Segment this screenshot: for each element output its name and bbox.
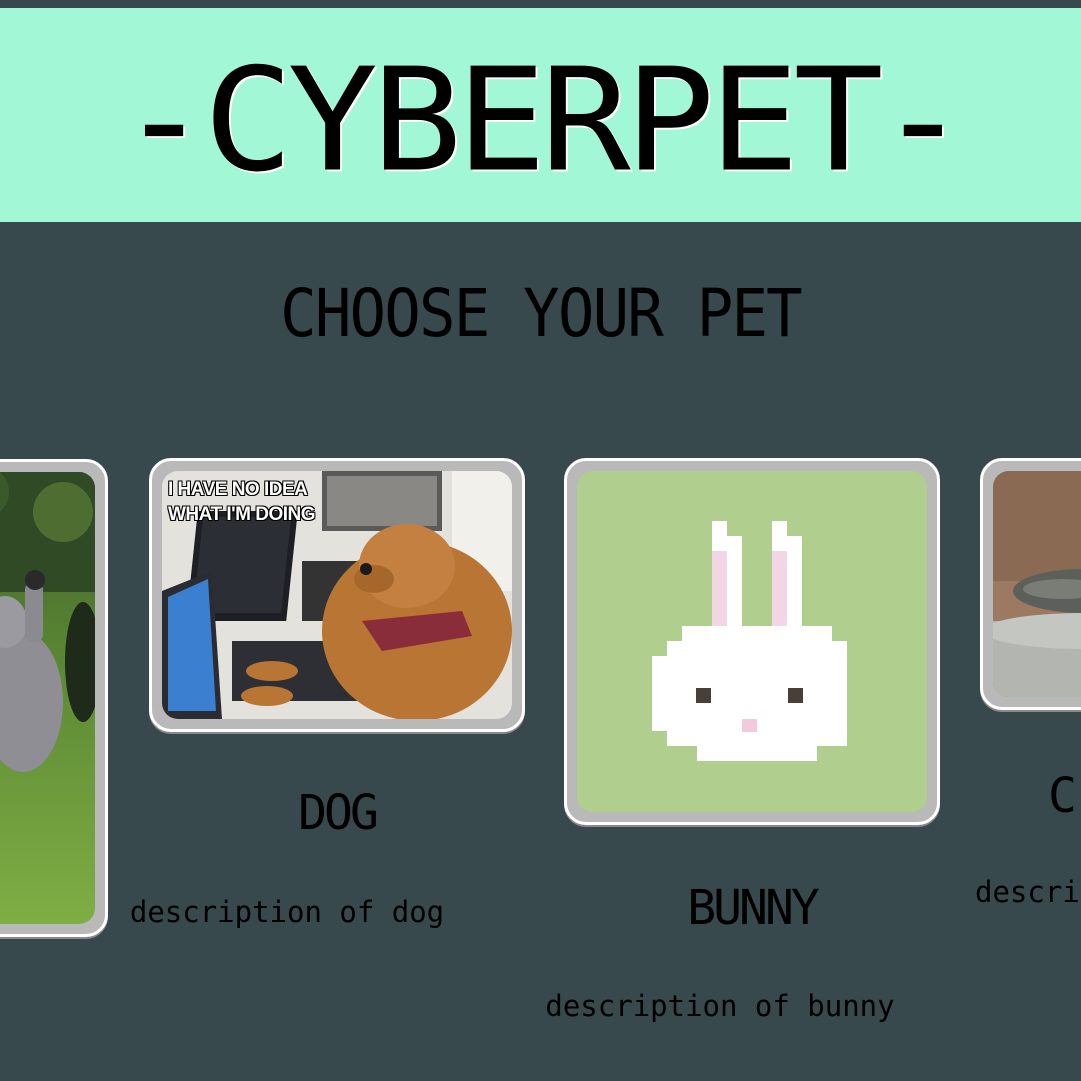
pet-card-crocodile[interactable] <box>980 458 1081 710</box>
meme-caption-line-1: I HAVE NO IDEA <box>168 479 308 500</box>
pet-name-bunny: BUNNY <box>687 880 820 936</box>
crocodile-photo <box>993 471 1081 697</box>
pet-image-bunny <box>577 471 927 812</box>
meme-caption-line-2: WHAT I'M DOING <box>168 504 316 525</box>
pet-description-crocodile: descrip <box>975 875 1081 909</box>
pet-image-dog: I HAVE NO IDEA WHAT I'M DOING <box>162 471 512 719</box>
pet-card-lemur[interactable] <box>0 459 108 937</box>
pet-description-bunny: description of bunny <box>545 989 895 1023</box>
top-strip <box>0 0 1081 8</box>
pet-selection-page: -CYBERPET- CHOOSE YOUR PET I HAVE NO IDE… <box>0 0 1081 1081</box>
app-title: -CYBERPET- <box>118 38 968 204</box>
lemur-photo <box>0 472 95 924</box>
page-title: CHOOSE YOUR PET <box>280 275 803 352</box>
header-banner: -CYBERPET- <box>0 8 1081 222</box>
pet-description-dog: description of dog <box>129 895 445 929</box>
pet-card-bunny[interactable] <box>564 458 940 825</box>
pet-card-dog[interactable]: I HAVE NO IDEA WHAT I'M DOING <box>149 458 525 732</box>
bunny-pixel-art <box>577 471 927 812</box>
pet-name-dog: DOG <box>298 785 379 841</box>
pet-image-lemur <box>0 472 95 924</box>
meme-caption: I HAVE NO IDEA WHAT I'M DOING <box>168 477 316 527</box>
pet-image-crocodile <box>993 471 1081 697</box>
pet-name-crocodile: C <box>1048 768 1077 824</box>
